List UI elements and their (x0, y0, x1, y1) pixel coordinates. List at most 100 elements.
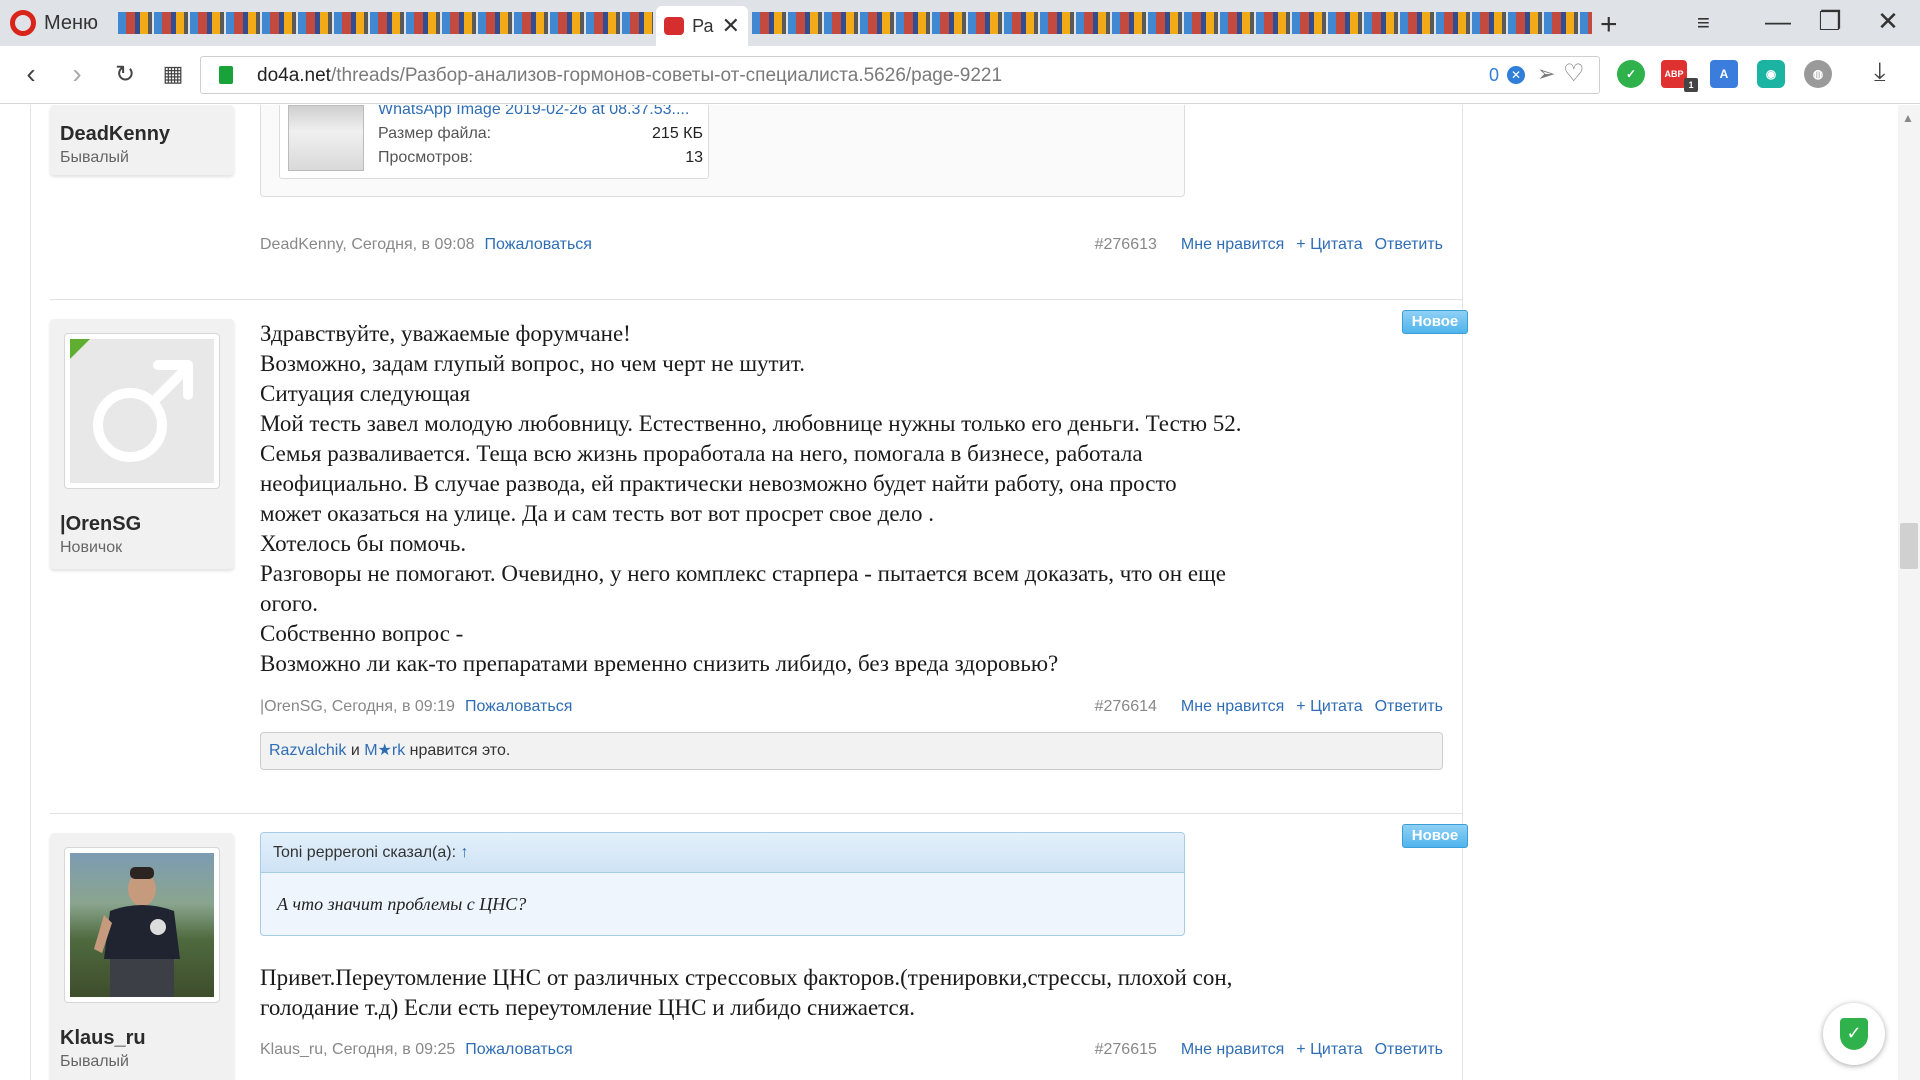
post-line: Собственно вопрос - (260, 621, 464, 646)
post-line: Привет.Переутомление ЦНС от различных ст… (260, 965, 1233, 990)
attachments-box: WhatsApp Image 2019-02-26 at 08.37.53...… (260, 105, 1185, 197)
like-link[interactable]: Мне нравится (1181, 1041, 1284, 1058)
opera-menu-button[interactable]: Меню (10, 8, 98, 38)
quote-header: Toni pepperoni сказал(а): ↑ (261, 833, 1184, 873)
views-label: Просмотров: (378, 149, 473, 166)
post-permalink[interactable]: #276615 (1095, 1041, 1157, 1058)
post-separator (50, 813, 1463, 814)
post-line: Разговоры не помогают. Очевидно, у него … (260, 561, 1226, 586)
post-body: Здравствуйте, уважаемые форумчане! Возмо… (260, 319, 1242, 679)
post-separator (50, 299, 1463, 300)
liker-link[interactable]: Razvalchik (269, 742, 346, 759)
tab-close-icon[interactable]: ✕ (722, 13, 740, 39)
quote-text: А что значит проблемы с ЦНС? (277, 894, 527, 914)
url-text: do4a.net/threads/Разбор-анализов-гормоно… (257, 65, 1002, 87)
quote-link[interactable]: + Цитата (1296, 236, 1362, 253)
reply-link[interactable]: Ответить (1375, 1041, 1443, 1058)
speed-dial-grid-icon[interactable]: ▦ (156, 61, 190, 87)
adblock-count: 1 (1684, 78, 1698, 92)
likes-suffix: нравится это. (409, 742, 511, 759)
quote-block: Toni pepperoni сказал(а): ↑ А что значит… (260, 832, 1185, 936)
post-line: Возможно ли как-то препаратами временно … (260, 651, 1059, 676)
browser-address-bar: ‹ › ↻ ▦ do4a.net/threads/Разбор-анализов… (0, 46, 1920, 104)
avatar[interactable] (64, 333, 220, 489)
send-page-icon[interactable]: ➢ (1537, 61, 1555, 87)
post-permalink[interactable]: #276613 (1095, 236, 1157, 253)
new-tab-plus-icon[interactable]: + (1600, 8, 1618, 42)
post-meta: |OrenSG, Сегодня, в 09:19 Пожаловаться (260, 698, 572, 716)
post-line: Семья разваливается. Теща всю жизнь прор… (260, 441, 1143, 466)
url-field[interactable]: do4a.net/threads/Разбор-анализов-гормоно… (200, 56, 1600, 94)
active-tab[interactable]: Ра ✕ (656, 6, 748, 46)
quote-link[interactable]: + Цитата (1296, 698, 1362, 715)
post-line: Ситуация следующая (260, 381, 471, 406)
username[interactable]: DeadKenny (60, 123, 170, 146)
post-actions: #276615 Мне нравится + Цитата Ответить (1095, 1041, 1443, 1059)
scroll-up-arrow-icon[interactable]: ▲ (1902, 111, 1914, 125)
attachment-name[interactable]: WhatsApp Image 2019-02-26 at 08.37.53...… (378, 105, 689, 119)
male-symbol-icon (70, 339, 193, 462)
report-link[interactable]: Пожаловаться (465, 698, 572, 715)
opera-logo-icon (10, 10, 36, 36)
reply-link[interactable]: Ответить (1375, 236, 1443, 253)
new-post-badge: Новое (1402, 824, 1468, 848)
translate-icon[interactable]: A (1710, 60, 1738, 88)
views-value: 13 (685, 149, 703, 166)
close-window-icon[interactable]: ✕ (1868, 6, 1908, 37)
post-author-date[interactable]: DeadKenny, Сегодня, в 09:08 (260, 236, 475, 253)
attachment-views-row: Просмотров: 13 (378, 149, 703, 167)
report-link[interactable]: Пожаловаться (465, 1041, 572, 1058)
minimize-window-icon[interactable]: — (1758, 6, 1798, 37)
attachment-thumbnail[interactable] (288, 105, 364, 171)
username[interactable]: Klaus_ru (60, 1027, 146, 1050)
bookmark-heart-icon[interactable]: ♡ (1563, 59, 1585, 88)
report-link[interactable]: Пожаловаться (485, 236, 592, 253)
tab-favicon-icon (664, 17, 685, 35)
post-author-date[interactable]: |OrenSG, Сегодня, в 09:19 (260, 698, 455, 715)
user-title: Бывалый (60, 1053, 129, 1070)
shield-icon[interactable]: ✕ (1507, 66, 1525, 84)
avatar[interactable] (64, 847, 220, 1003)
post-permalink[interactable]: #276614 (1095, 698, 1157, 715)
post-line: огого. (260, 591, 318, 616)
user-title: Бывалый (60, 149, 129, 166)
back-arrow-icon[interactable]: ‹ (14, 58, 48, 90)
restore-window-icon[interactable]: ❐ (1810, 6, 1850, 37)
menu-label: Меню (44, 11, 99, 34)
likes-and: и (350, 742, 360, 759)
check-extension-icon[interactable]: ✓ (1617, 60, 1645, 88)
quote-link[interactable]: + Цитата (1296, 1041, 1362, 1058)
forward-arrow-icon[interactable]: › (60, 58, 94, 90)
safety-shield-badge[interactable]: ✓ (1823, 1003, 1885, 1065)
reload-icon[interactable]: ↻ (108, 60, 142, 89)
vpn-icon[interactable]: ◉ (1757, 60, 1785, 88)
post-line: может оказаться на улице. Да и сам тесть… (260, 501, 935, 526)
new-post-badge: Новое (1402, 310, 1468, 334)
post-meta: DeadKenny, Сегодня, в 09:08 Пожаловаться (260, 236, 592, 254)
post-line: Хотелось бы помочь. (260, 531, 467, 556)
shield-check-icon: ✓ (1840, 1018, 1868, 1050)
reply-link[interactable]: Ответить (1375, 698, 1443, 715)
quote-author: Toni pepperoni сказал(а): (273, 844, 457, 861)
globe-icon[interactable]: ◍ (1804, 60, 1832, 88)
like-link[interactable]: Мне нравится (1181, 698, 1284, 715)
url-domain: do4a.net (257, 65, 331, 86)
username[interactable]: |OrenSG (60, 513, 141, 536)
post-actions: #276614 Мне нравится + Цитата Ответить (1095, 698, 1443, 716)
post-author-date[interactable]: Klaus_ru, Сегодня, в 09:25 (260, 1041, 455, 1058)
pinned-tabs-right[interactable] (752, 12, 1592, 34)
user-card: DeadKenny Бывалый (50, 105, 234, 175)
like-link[interactable]: Мне нравится (1181, 236, 1284, 253)
user-card: Klaus_ru Бывалый (50, 833, 234, 1080)
liker-link[interactable]: M★rk (364, 742, 405, 759)
attachment-item[interactable]: WhatsApp Image 2019-02-26 at 08.37.53...… (279, 105, 709, 179)
download-icon[interactable]: ⤓ (1874, 56, 1886, 88)
quote-source-arrow-icon[interactable]: ↑ (461, 844, 469, 861)
post-line: неофициально. В случае развода, ей практ… (260, 471, 1177, 496)
scrollbar-thumb[interactable] (1900, 523, 1918, 569)
size-label: Размер файла: (378, 125, 492, 142)
page-scrollbar[interactable]: ▲ (1898, 105, 1920, 1080)
likes-summary: Razvalchik и M★rk нравится это. (260, 732, 1443, 770)
tab-menu-icon[interactable]: ≡ (1697, 10, 1710, 36)
pinned-tabs-left[interactable] (118, 12, 653, 34)
